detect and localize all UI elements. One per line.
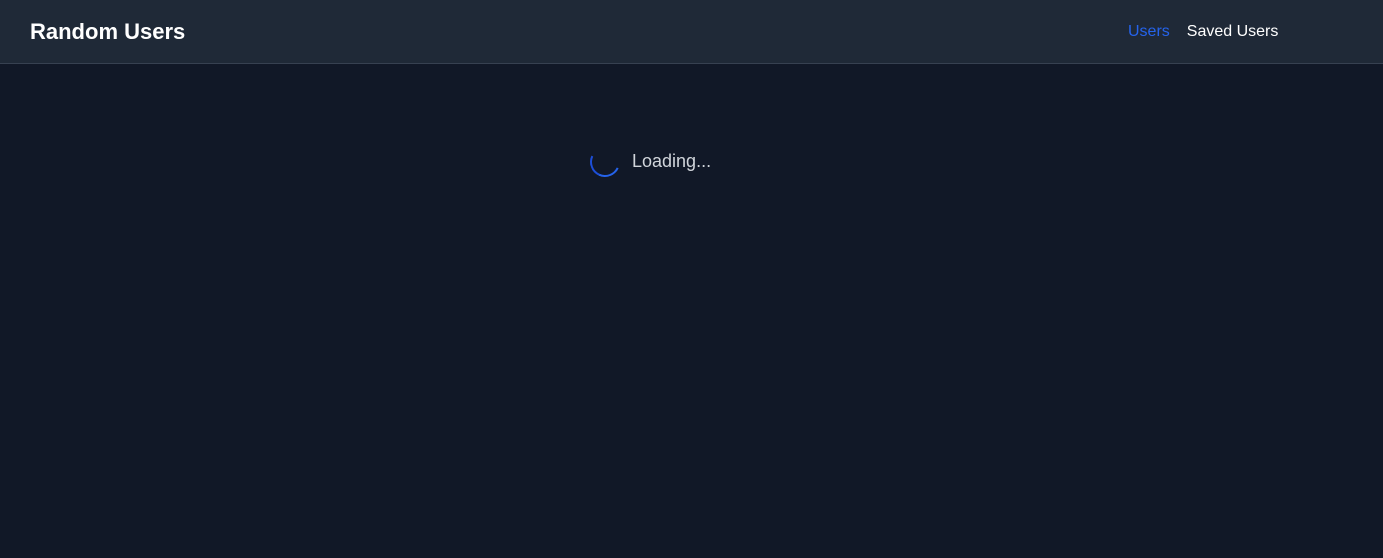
app-title: Random Users bbox=[30, 19, 186, 44]
app-header: Random Users Users Saved Users bbox=[0, 0, 1383, 64]
nav-link-users[interactable]: Users bbox=[1128, 22, 1170, 42]
loading-indicator: Loading... bbox=[585, 142, 712, 182]
spinner-icon bbox=[585, 142, 625, 182]
main-content: Loading... bbox=[0, 65, 1383, 558]
nav-link-saved-users[interactable]: Saved Users bbox=[1187, 22, 1279, 42]
loading-text: Loading... bbox=[632, 151, 712, 171]
main-nav: Users Saved Users bbox=[1128, 22, 1278, 42]
